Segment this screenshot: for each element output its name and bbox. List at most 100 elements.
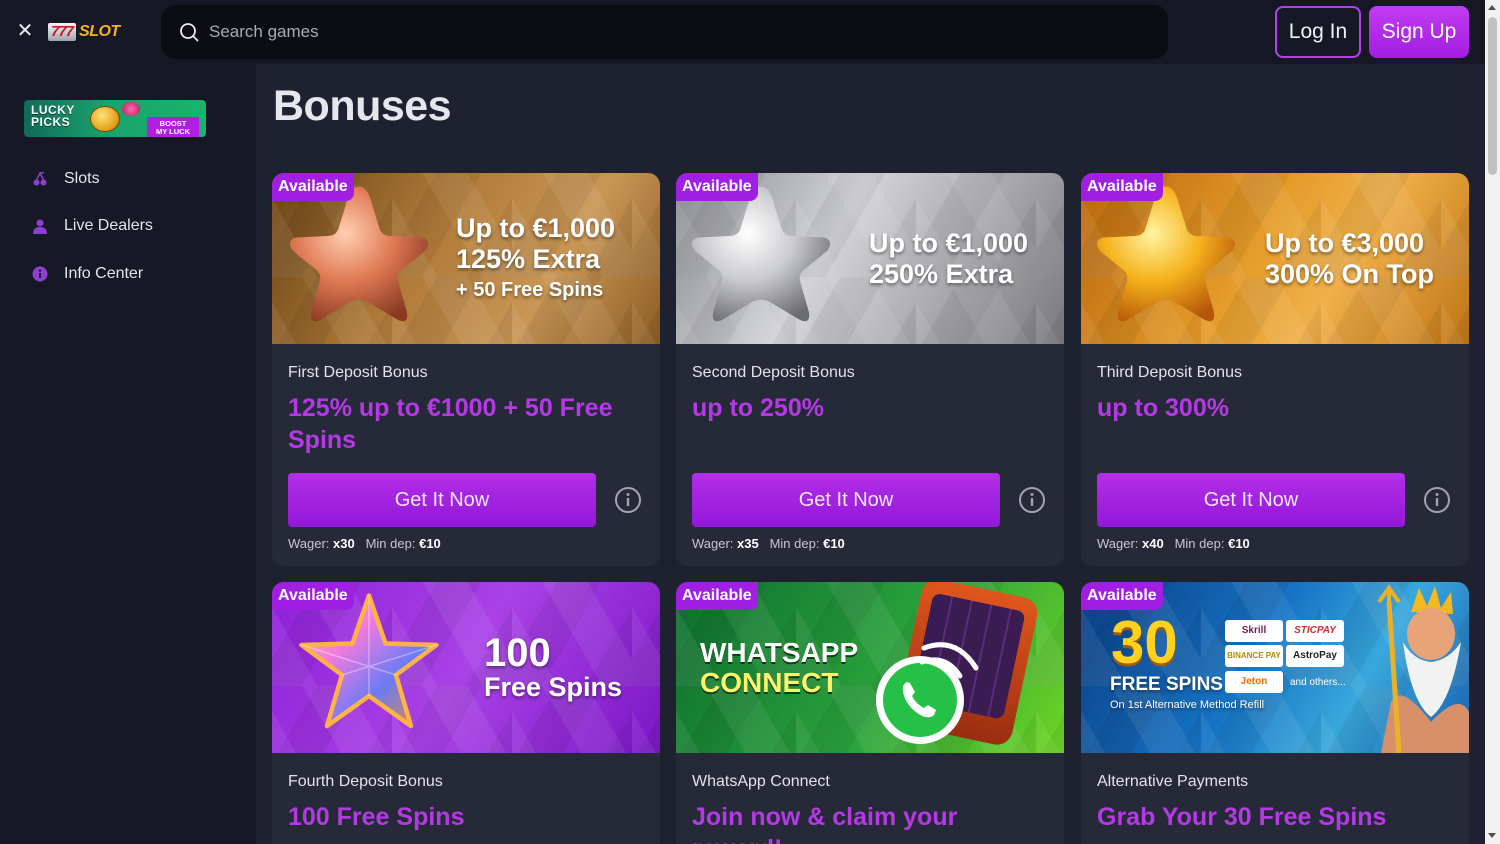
signup-button[interactable]: Sign Up — [1369, 6, 1469, 58]
sidebar-item-label: Info Center — [64, 264, 144, 282]
wager-label: Wager: — [692, 536, 734, 551]
promo-line-2: PICKS — [31, 115, 71, 129]
min-dep-label: Min dep: — [1174, 536, 1225, 551]
banner-line-1: Up to €1,000 — [869, 228, 1029, 258]
status-badge: Available — [1081, 173, 1163, 201]
page-scrollbar[interactable] — [1485, 0, 1500, 844]
bonus-card-third-deposit: Up to €3,000 300% On Top Available Third… — [1081, 173, 1469, 566]
wager-value: x35 — [737, 536, 759, 551]
info-icon[interactable] — [614, 486, 642, 514]
poseidon-character-icon — [1377, 584, 1469, 753]
wager-value: x30 — [333, 536, 355, 551]
status-badge: Available — [272, 173, 354, 201]
banner-line-2: 300% On Top — [1265, 259, 1435, 289]
banner-line-1: 100 — [484, 631, 551, 675]
banner-line-3: + 50 Free Spins — [456, 279, 604, 301]
banner-line-2: CONNECT — [700, 667, 839, 698]
sidebar-item-live-dealers[interactable]: Live Dealers — [0, 203, 256, 251]
card-subtitle: Alternative Payments — [1097, 773, 1249, 790]
card-headline: Grab Your 30 Free Spins — [1097, 803, 1387, 831]
card-headline: Join now & claim your reward! — [692, 803, 958, 844]
card-headline: 125% up to €1000 + 50 Free Spins — [288, 394, 613, 454]
banner-line-2: 125% Extra — [456, 244, 601, 274]
logo-text: SLOT — [79, 23, 120, 40]
banner-text: 30 — [1111, 612, 1178, 674]
bonus-card-whatsapp-connect: WHATSAPP CONNECT Available WhatsApp Conn… — [676, 582, 1064, 844]
sidebar-nav: Slots Live Dealers Info Center — [0, 155, 256, 298]
banner-line-1: Up to €3,000 — [1265, 228, 1425, 258]
status-badge: Available — [676, 582, 758, 610]
get-it-now-button[interactable]: Get It Now — [692, 473, 1000, 527]
banner-line-2: Free Spins — [484, 672, 623, 702]
bonus-card-fourth-deposit: 100 Free Spins Available Fourth Deposit … — [272, 582, 660, 844]
star-icon — [691, 186, 831, 322]
status-badge: Available — [272, 582, 354, 610]
banner-text: Up to €1,000 250% Extra — [869, 228, 1028, 290]
bonus-terms: Wager: x30 Min dep: €10 — [288, 536, 644, 551]
min-dep-label: Min dep: — [365, 536, 416, 551]
banner-line-1: 30 — [1111, 609, 1178, 676]
banner-text: Up to €3,000 300% On Top — [1265, 228, 1434, 290]
sticpay-logo: STICPAY — [1286, 620, 1344, 642]
min-dep-value: €10 — [823, 536, 845, 551]
others-label: and others... — [1290, 677, 1346, 688]
min-dep-value: €10 — [1228, 536, 1250, 551]
wager-label: Wager: — [1097, 536, 1139, 551]
search-bar[interactable] — [161, 5, 1168, 59]
banner-text: WHATSAPP CONNECT — [700, 638, 858, 698]
boost-badge: BOOST MY LUCK — [147, 117, 199, 137]
main-content: Bonuses Up to €1,000 125% Extra + 50 Fre… — [256, 64, 1485, 844]
site-logo[interactable]: 777 SLOT — [48, 22, 120, 42]
sidebar: LUCKY PICKS BOOST MY LUCK Slots Live Dea… — [0, 64, 256, 844]
dealer-icon — [32, 218, 48, 235]
card-subtitle: First Deposit Bonus — [288, 364, 428, 381]
scroll-thumb[interactable] — [1488, 17, 1497, 175]
bonus-terms: Wager: x35 Min dep: €10 — [692, 536, 1048, 551]
cherries-icon — [32, 171, 48, 187]
star-icon — [289, 186, 429, 322]
banner-line-1: WHATSAPP — [700, 637, 859, 668]
search-icon — [180, 23, 199, 42]
star-icon — [299, 593, 439, 729]
info-icon[interactable] — [1018, 486, 1046, 514]
flower-icon — [122, 102, 140, 116]
min-dep-label: Min dep: — [769, 536, 820, 551]
boost-line-2: MY LUCK — [155, 127, 191, 136]
search-input[interactable] — [209, 22, 1109, 42]
coin-icon — [90, 106, 120, 132]
status-badge: Available — [676, 173, 758, 201]
bonus-card-alternative-payments: 30 FREE SPINS On 1st Alternative Method … — [1081, 582, 1469, 844]
info-icon — [32, 266, 48, 282]
get-it-now-button[interactable]: Get It Now — [288, 473, 596, 527]
bonus-terms: Wager: x40 Min dep: €10 — [1097, 536, 1453, 551]
info-icon[interactable] — [1423, 486, 1451, 514]
bonus-card-second-deposit: Up to €1,000 250% Extra Available Second… — [676, 173, 1064, 566]
banner-line-3: On 1st Alternative Method Refill — [1110, 699, 1265, 711]
lucky-picks-banner[interactable]: LUCKY PICKS BOOST MY LUCK — [24, 100, 206, 137]
top-bar: ✕ 777 SLOT Log In Sign Up — [0, 0, 1485, 64]
star-icon — [1096, 186, 1236, 322]
card-subtitle: Fourth Deposit Bonus — [288, 773, 443, 790]
card-subtitle: Second Deposit Bonus — [692, 364, 855, 381]
banner-line-1: Up to €1,000 — [456, 213, 616, 243]
skrill-logo: Skrill — [1225, 620, 1283, 642]
binance-pay-logo: BINANCE PAY — [1225, 645, 1283, 667]
close-icon[interactable]: ✕ — [14, 20, 36, 42]
login-button[interactable]: Log In — [1275, 6, 1361, 58]
card-headline: up to 300% — [1097, 394, 1229, 422]
sidebar-item-slots[interactable]: Slots — [0, 155, 256, 203]
card-subtitle: Third Deposit Bonus — [1097, 364, 1242, 381]
sidebar-item-info-center[interactable]: Info Center — [0, 250, 256, 298]
logo-sevens: 777 — [48, 23, 77, 41]
scroll-up-icon[interactable] — [1488, 5, 1496, 10]
wager-value: x40 — [1142, 536, 1164, 551]
wager-label: Wager: — [288, 536, 330, 551]
card-headline: 100 Free Spins — [288, 803, 465, 831]
banner-line-2: 250% Extra — [869, 259, 1014, 289]
min-dep-value: €10 — [419, 536, 441, 551]
scroll-down-icon[interactable] — [1488, 833, 1496, 838]
sidebar-item-label: Slots — [64, 169, 100, 187]
get-it-now-button[interactable]: Get It Now — [1097, 473, 1405, 527]
astropay-logo: AstroPay — [1286, 645, 1344, 667]
page-title: Bonuses — [273, 82, 452, 130]
